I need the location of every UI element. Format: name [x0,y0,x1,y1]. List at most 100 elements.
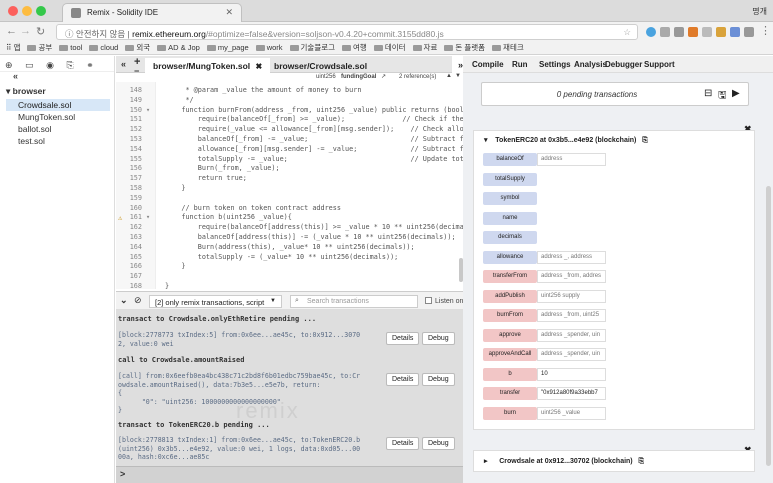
function-args-input[interactable]: address _spender, uin [537,328,606,342]
function-args-input[interactable]: address [537,153,606,166]
file-item[interactable]: Crowdsale.sol [6,99,110,111]
open-folder-icon[interactable]: ▭ [25,60,34,70]
clear-terminal-icon[interactable]: ⊘ [134,295,142,306]
bookmark-item[interactable]: 재테크 [492,42,524,54]
url-field[interactable]: ⓘ 안전하지 않음 | remix.ethereum.org/#optimize… [56,24,638,40]
file-item[interactable]: test.sol [6,135,110,147]
extension-icon[interactable] [688,27,698,37]
contract-instance-header[interactable]: ▸ Crowdsale at 0x912...30702 (blockchain… [474,451,754,469]
link-icon[interactable]: ⚭ [86,60,94,70]
info-icon[interactable]: ⓘ [65,29,76,39]
function-button[interactable]: burnFrom [483,309,537,322]
expand-panel-icon[interactable]: » [458,60,463,70]
bookmark-item[interactable]: cloud [89,42,118,54]
prev-reference-icon[interactable]: ▲ [446,73,452,79]
copy-address-icon[interactable]: ⎘ [642,137,648,144]
function-args-input[interactable]: address _from, uint25 [537,309,606,322]
menu-dots-icon[interactable]: ⋮ [760,24,771,37]
terminal-command-input[interactable]: > [116,466,463,483]
bookmark-item[interactable]: tool [59,42,82,54]
function-button[interactable]: transferFrom [483,270,537,283]
bookmark-item[interactable]: 기술블로그 [289,42,335,54]
fold-arrow-icon[interactable]: ▾ [146,106,150,116]
function-args-input[interactable]: address _, address [537,250,606,264]
function-button[interactable]: approveAndCall [483,348,537,361]
bookmark-item[interactable]: work [255,42,283,54]
function-button[interactable]: approve [483,328,537,342]
file-item[interactable]: MungToken.sol [6,111,110,123]
collapse-left-icon[interactable]: « [121,59,126,69]
extension-icon[interactable] [744,27,754,37]
tab-compile[interactable]: Compile [472,60,504,69]
contract-instance-header[interactable]: ▾ TokenERC20 at 0x3b5...e4e92 (blockchai… [474,131,754,149]
save-icon[interactable]: 🖫 [718,88,727,105]
bookmark-item[interactable]: 공부 [27,42,52,54]
copy-icon[interactable]: ⎘ [66,60,73,70]
close-tab-icon[interactable]: ✖ [256,62,263,71]
function-args-input[interactable]: address _from, addres [537,270,606,283]
bookmark-item[interactable]: ⠿ 앱 [6,42,20,54]
debug-button[interactable]: Debug [422,373,455,386]
extension-icon[interactable] [646,27,656,37]
close-window-icon[interactable] [8,6,18,16]
tab-debugger[interactable]: Debugger [605,60,642,69]
function-button[interactable]: addPublish [483,289,537,303]
function-args-input[interactable]: uint256 supply [537,289,606,303]
tab-run[interactable]: Run [512,60,528,69]
tab-support[interactable]: Support [644,60,675,69]
function-button[interactable]: burn [483,406,537,420]
bookmark-item[interactable]: my_page [206,42,249,54]
fold-arrow-icon[interactable]: ▾ [146,213,150,223]
extension-icon[interactable] [730,27,740,37]
bookmark-item[interactable]: 돈 플랫폼 [444,42,485,54]
editor-tab-crowdsale[interactable]: browser/Crowdsale.sol [266,58,375,73]
function-button[interactable]: allowance [483,250,537,264]
function-button[interactable]: symbol [483,192,537,205]
editor-tab-mungtoken[interactable]: browser/MungToken.sol ✖ [145,58,271,73]
extension-icon[interactable] [716,27,726,37]
bookmark-item[interactable]: 데이터 [373,42,406,54]
function-args-input[interactable]: 10 [537,367,606,381]
transaction-filter-select[interactable]: [2] only remix transactions, script ▼ [149,295,282,308]
function-args-input[interactable]: uint256 _value [537,406,606,420]
checkbox[interactable] [425,297,432,304]
browser-tab[interactable]: Remix - Solidity IDE ✕ [62,3,242,22]
extension-icon[interactable] [674,27,684,37]
file-item[interactable]: ballot.sol [6,123,110,135]
extension-icon[interactable] [660,27,670,37]
right-panel-scrollbar[interactable] [766,186,771,466]
collapse-icon[interactable]: ▾ [484,137,488,144]
maximize-window-icon[interactable] [36,6,46,16]
search-transactions-input[interactable]: ⌕ Search transactions [290,295,418,308]
function-button[interactable]: transfer [483,387,537,400]
debug-button[interactable]: Debug [422,437,455,450]
new-file-icon[interactable]: ⊕ [5,60,13,70]
back-arrow-icon[interactable]: ← [6,25,17,37]
function-args-input[interactable]: "0x912a80f9a33ebb7 [537,387,606,400]
bookmark-item[interactable]: 여행 [342,42,367,54]
function-button[interactable]: balanceOf [483,153,537,166]
function-button[interactable]: totalSupply [483,172,537,186]
profile-name[interactable]: 명개 [752,6,767,17]
function-button[interactable]: b [483,367,537,381]
details-button[interactable]: Details [386,437,420,450]
details-button[interactable]: Details [386,332,420,345]
tab-settings[interactable]: Settings [539,60,571,69]
clear-instances-icon[interactable]: ⊟ [704,88,712,99]
expand-icon[interactable]: ▸ [484,458,488,465]
details-button[interactable]: Details [386,373,420,386]
share-icon[interactable]: ↗ [381,73,386,80]
close-tab-icon[interactable]: ✕ [225,7,233,18]
tab-analysis[interactable]: Analysis [574,60,607,69]
play-icon[interactable]: ▶ [732,88,740,99]
debug-button[interactable]: Debug [422,332,455,345]
reload-icon[interactable]: ↻ [36,25,45,38]
next-reference-icon[interactable]: ▼ [455,73,461,79]
copy-address-icon[interactable]: ⎘ [638,458,644,465]
code-editor[interactable]: 148 * @param _value the amount of money … [116,82,463,289]
minimize-window-icon[interactable] [22,6,32,16]
forward-arrow-icon[interactable]: → [20,25,31,37]
toggle-terminal-icon[interactable]: ⌄ [120,295,128,306]
github-icon[interactable]: ◉ [46,60,54,70]
function-button[interactable]: decimals [483,231,537,244]
